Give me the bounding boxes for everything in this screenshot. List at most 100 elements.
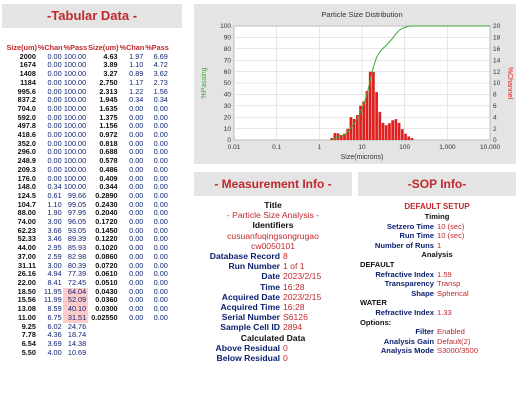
y-left-tick-label: 70 <box>224 57 232 64</box>
info-row: Analysis Mode S3000/3500 <box>358 346 516 356</box>
channel-bar <box>407 136 411 140</box>
info-value: 10 (sec) <box>437 231 465 241</box>
info-row: Above Residual 0 <box>194 343 352 353</box>
info-row: Setzero Time 10 (sec) <box>358 222 516 232</box>
channel-bar <box>372 71 375 140</box>
info-row: Date 2023/2/15 <box>194 271 352 281</box>
y-right-tick-label: 12 <box>493 69 501 76</box>
x-tick-label: 1 <box>318 144 322 151</box>
info-value: 1.33 <box>437 307 452 317</box>
info-value: 2023/2/15 <box>283 291 322 302</box>
y-right-tick-label: 10 <box>493 80 501 87</box>
info-label: Analysis Mode <box>380 346 434 356</box>
channel-bar <box>375 92 378 140</box>
info-row: Shape Spherical <box>358 289 516 299</box>
y-right-tick-label: 6 <box>493 103 497 110</box>
table-cell: 4.00 <box>47 347 62 357</box>
info-value: Spherical <box>437 288 469 298</box>
channel-bar <box>404 133 407 140</box>
info-value: 16:28 <box>283 281 305 292</box>
chart-title: Particle Size Distribution <box>321 10 402 19</box>
tabular-data-table: Size(um) %Chan %Pass Size(um) %Chan %Pass 200… <box>6 43 170 358</box>
channel-bar <box>400 129 404 140</box>
measurement-info-panel: - Measurement Info - Title - Particle Si… <box>194 172 352 398</box>
timing-rows: Setzero Time 10 (sec) Run Time 10 (sec) Numb… <box>358 222 516 251</box>
info-row: Serial Number S6126 <box>194 312 352 322</box>
y-left-tick-label: 100 <box>220 23 231 30</box>
measurement-info-title: - Measurement Info - <box>194 172 352 196</box>
channel-bar <box>384 125 388 140</box>
y-right-tick-label: 14 <box>493 57 501 64</box>
info-label: Database Record <box>209 251 280 262</box>
y-right-axis-label: %Channel <box>506 67 513 100</box>
x-axis-label: Size(microns) <box>341 154 384 161</box>
info-label: Refractive Index <box>375 307 434 317</box>
info-label: Analysis Gain <box>383 336 434 346</box>
y-left-tick-label: 50 <box>224 80 232 87</box>
table-cell: 0.00 <box>129 312 144 322</box>
table-cell <box>88 349 119 358</box>
info-value: S6126 <box>283 312 308 323</box>
info-label: Setzero Time <box>386 221 434 231</box>
y-right-tick-label: 4 <box>493 114 497 121</box>
table-cell: 10.69 <box>67 347 87 357</box>
sop-info-body: DEFAULT SETUP Timing Setzero Time 10 (sec… <box>358 202 516 356</box>
x-tick-label: 10 <box>358 144 366 151</box>
info-row: Transparency Transp <box>358 279 516 289</box>
table-row: 5.50 4.00 10.69 <box>6 347 170 358</box>
default-rows: Refractive Index 1.59 Transparency Transp Sh… <box>358 270 516 299</box>
x-tick-label: 1,000 <box>439 144 456 151</box>
info-value: 1 of 1 <box>283 261 305 272</box>
identifiers-label: Identifiers <box>252 220 294 231</box>
info-row: Sample Cell ID 2894 <box>194 322 352 332</box>
info-value: S3000/3500 <box>437 346 478 356</box>
info-label: Sample Cell ID <box>220 322 280 333</box>
title-label: Title <box>264 200 282 210</box>
table-cell <box>145 331 170 340</box>
y-right-tick-label: 16 <box>493 46 501 53</box>
info-row: Time 16:28 <box>194 282 352 292</box>
identifiers-value: cusuanfuqingsongrugao <box>227 230 319 241</box>
info-row: Filter Enabled <box>358 327 516 337</box>
y-right-tick-label: 20 <box>493 23 501 30</box>
measurement-rows: Database Record 8 Run Number 1 of 1 Date 2023… <box>194 251 352 333</box>
info-value: 0 <box>283 353 288 364</box>
info-label: Run Number <box>228 261 280 272</box>
info-value: 0 <box>283 342 288 353</box>
table-body: 2000 0.00 100.00 4.63 1.97 6.69 1674 0.00 100.00… <box>6 52 170 358</box>
y-left-tick-label: 40 <box>224 92 232 99</box>
info-label: Serial Number <box>221 312 280 323</box>
info-label: Below Residual <box>216 353 280 364</box>
options-rows: Filter Enabled Analysis Gain Default(2) Anal… <box>358 327 516 356</box>
table-cell <box>119 331 145 340</box>
y-right-tick-label: 2 <box>493 126 497 133</box>
channel-bar <box>388 123 391 140</box>
info-row: Database Record 8 <box>194 251 352 261</box>
info-value: Transp <box>437 279 461 289</box>
table-cell: 0.02550 <box>91 312 118 322</box>
y-left-tick-label: 90 <box>224 35 232 42</box>
chart-svg: 0102030405060708090100024681012141618200… <box>201 10 513 161</box>
info-label: Transparency <box>384 279 434 289</box>
table-cell <box>145 349 170 358</box>
table-cell <box>145 323 170 332</box>
table-cell <box>88 323 119 332</box>
info-label: Acquired Date <box>221 291 280 302</box>
info-value: 1.59 <box>437 269 452 279</box>
table-cell <box>119 340 145 349</box>
info-label: Above Residual <box>215 342 280 353</box>
y-left-axis-label: %Passing <box>201 67 208 98</box>
calculated-rows: Above Residual 0 Below Residual 0 <box>194 343 352 363</box>
info-row: Number of Runs 1 <box>358 241 516 251</box>
table-cell <box>145 340 170 349</box>
table-cell: 5.50 <box>21 347 36 357</box>
tabular-data-panel: -Tabular Data - Size(um) %Chan %Pass Size(u… <box>2 4 182 396</box>
particle-size-chart: 0 10 20 30 40 50 60 70 80 90 100 0 2 4 6 8 10 12 14 16 18 20 0… <box>194 4 516 164</box>
info-value: 16:28 <box>283 302 305 313</box>
info-value: 2894 <box>283 322 303 333</box>
info-label: Shape <box>411 288 434 298</box>
info-label: Refractive Index <box>375 269 434 279</box>
channel-bar <box>397 122 401 140</box>
table-cell: 0.00 <box>153 312 168 322</box>
channel-bar <box>394 119 398 140</box>
